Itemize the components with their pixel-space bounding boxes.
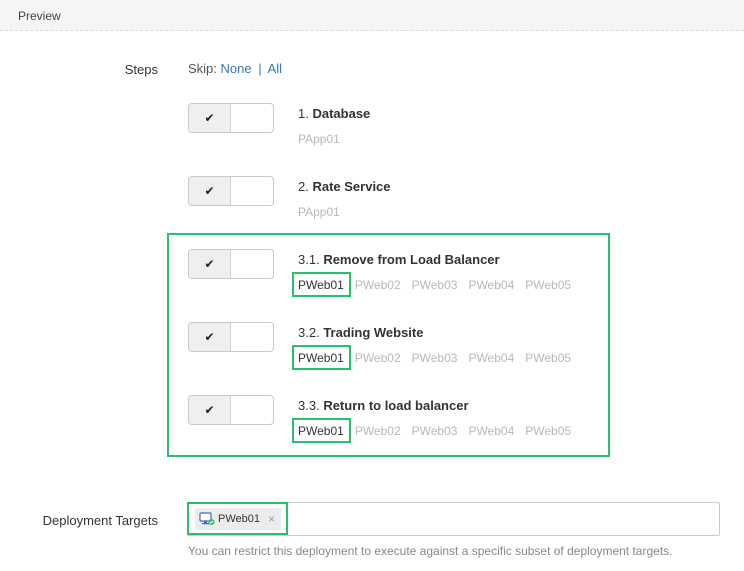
step-machines: PApp01 [298,132,351,146]
chip-highlight-box [187,502,288,535]
deployment-targets-label: Deployment Targets [42,513,158,528]
machine-tag: PWeb04 [468,424,515,438]
preview-title: Preview [18,9,61,23]
step-number: 3.1. [298,252,320,267]
machine-tag: PWeb04 [468,278,515,292]
step-number: 3.3. [298,398,320,413]
step-machines: PApp01 [298,205,351,219]
step-title: 3.3. Return to load balancer [298,398,469,413]
check-icon: ✔ [189,177,231,205]
step-toggle-remove-from-load-balancer[interactable]: ✔ [188,249,274,279]
step-title: 2. Rate Service [298,179,391,194]
skip-all-link[interactable]: All [268,61,282,76]
step-number: 3.2. [298,325,320,340]
deployment-targets-help: You can restrict this deployment to exec… [188,544,673,558]
step-title: 1. Database [298,106,370,121]
machine-highlight-box [292,345,351,370]
preview-header: Preview [0,0,744,31]
skip-row: Skip: None | All [188,61,282,76]
skip-none-link[interactable]: None [221,61,252,76]
machine-tag: PWeb05 [525,278,572,292]
step-number: 1. [298,106,309,121]
check-icon: ✔ [189,250,231,278]
machine-highlight-box [292,272,351,297]
step-name: Return to load balancer [323,398,469,413]
step-title: 3.2. Trading Website [298,325,423,340]
skip-separator: | [258,61,262,76]
check-icon: ✔ [189,323,231,351]
step-name: Database [312,106,371,121]
step-name: Rate Service [312,179,391,194]
machine-tag: PWeb05 [525,351,572,365]
step-name: Remove from Load Balancer [323,252,500,267]
machine-tag: PWeb04 [468,351,515,365]
step-number: 2. [298,179,309,194]
machine-tag: PWeb02 [354,278,401,292]
step-toggle-rate-service[interactable]: ✔ [188,176,274,206]
step-title: 3.1. Remove from Load Balancer [298,252,500,267]
machine-tag: PWeb03 [411,424,458,438]
step-toggle-database[interactable]: ✔ [188,103,274,133]
machine-tag: PApp01 [298,132,340,146]
machine-tag: PWeb02 [354,424,401,438]
step-name: Trading Website [323,325,424,340]
machine-tag: PApp01 [298,205,340,219]
machine-tag: PWeb05 [525,424,572,438]
machine-highlight-box [292,418,351,443]
step-toggle-return-to-load-balancer[interactable]: ✔ [188,395,274,425]
check-icon: ✔ [189,396,231,424]
machine-tag: PWeb03 [411,351,458,365]
machine-tag: PWeb02 [354,351,401,365]
machine-tag: PWeb03 [411,278,458,292]
skip-prefix: Skip: [188,61,217,76]
steps-label: Steps [124,62,158,77]
step-toggle-trading-website[interactable]: ✔ [188,322,274,352]
check-icon: ✔ [189,104,231,132]
